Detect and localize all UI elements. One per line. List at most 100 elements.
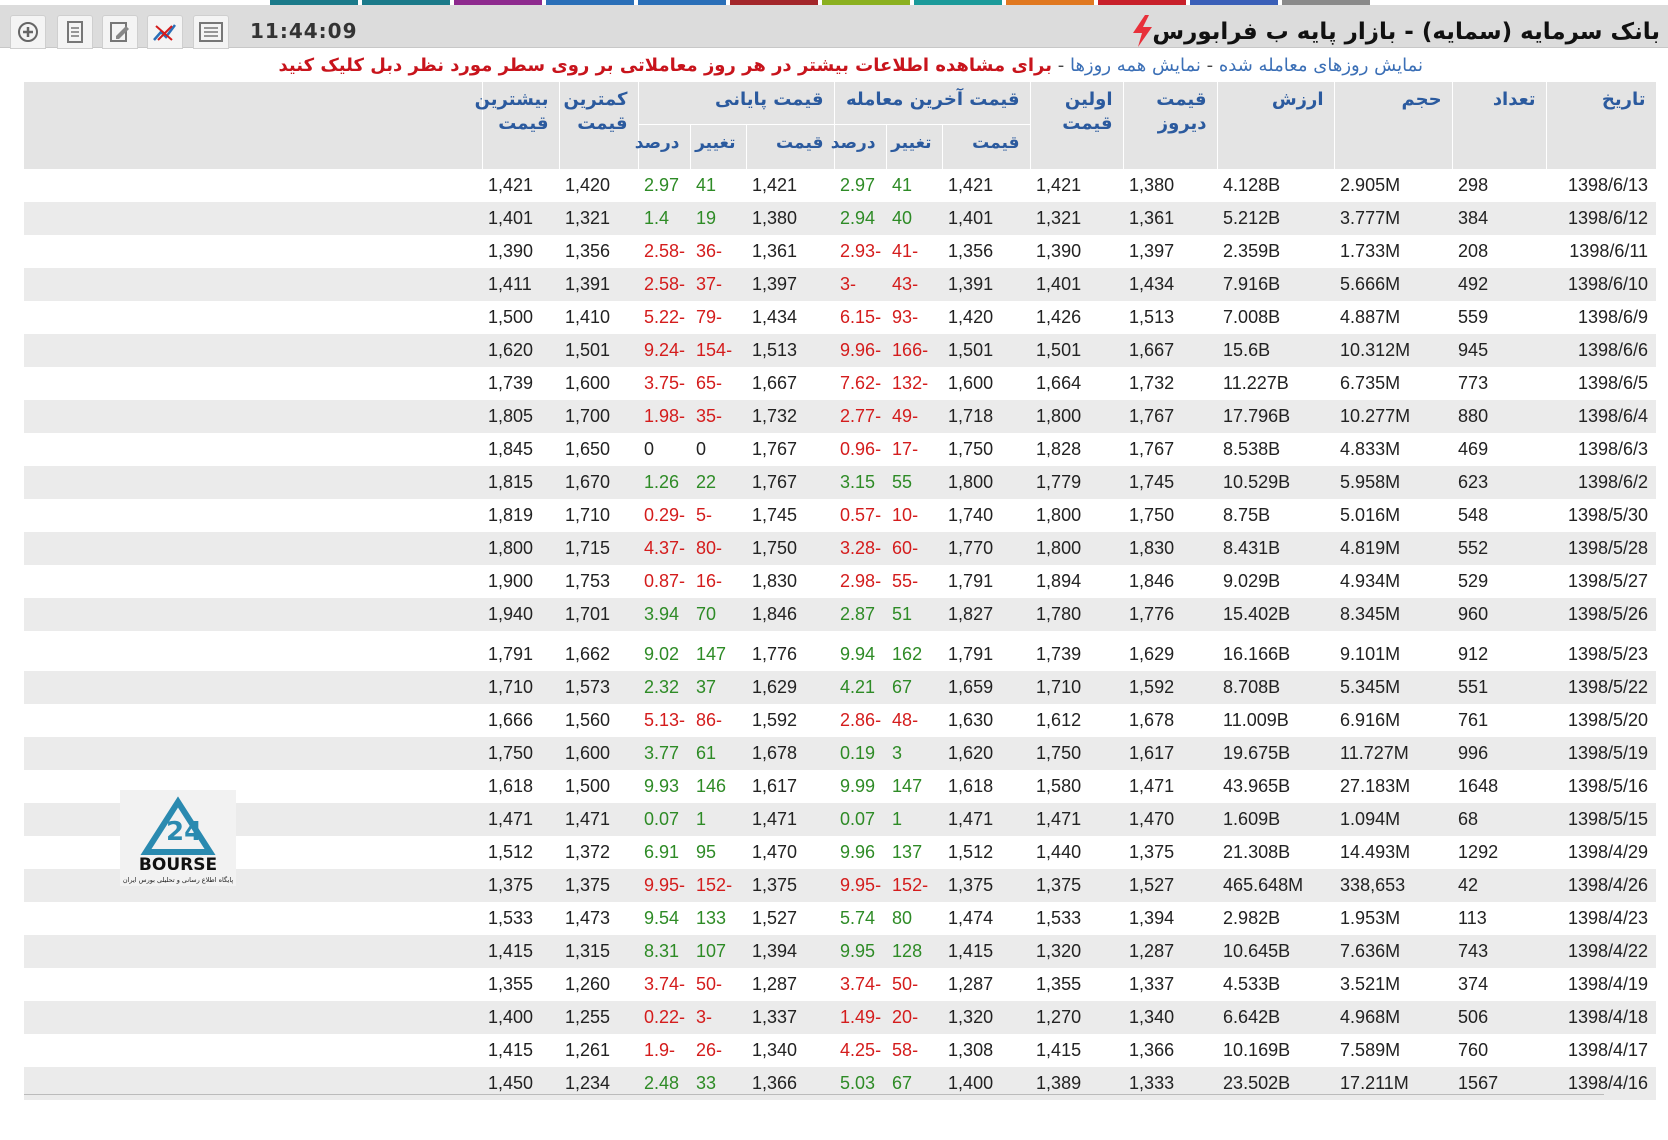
add-button[interactable] bbox=[10, 15, 46, 49]
row-filler bbox=[24, 770, 482, 803]
cell-last-price: 1,471 bbox=[942, 803, 1031, 836]
table-row[interactable]: 1398/6/4 880 10.277M 17.796B 1,767 1,800 1,718… bbox=[24, 400, 1657, 433]
cell-last-change: -58 bbox=[886, 1034, 943, 1067]
show-all-days-link[interactable]: نمایش همه روزها bbox=[1070, 55, 1201, 76]
cell-value: 6.642B bbox=[1217, 1001, 1335, 1034]
cell-last-price: 1,740 bbox=[942, 499, 1031, 532]
table-row[interactable]: 1398/4/23 113 1.953M 2.982B 1,394 1,533 1,474 8… bbox=[24, 902, 1657, 935]
cell-value: 465.648M bbox=[1217, 869, 1335, 902]
table-body: 1398/6/13 298 2.905M 4.128B 1,380 1,421 1,421 4… bbox=[24, 169, 1657, 1100]
cell-max-price: 1,415 bbox=[482, 935, 559, 968]
cell-close-change: -152 bbox=[690, 869, 747, 902]
cell-first-price: 1,780 bbox=[1030, 598, 1124, 631]
cell-max-price: 1,750 bbox=[482, 737, 559, 770]
cell-volume: 7.589M bbox=[1334, 1034, 1453, 1067]
cell-close-percent: -0.29 bbox=[638, 499, 691, 532]
cell-prev-price: 1,776 bbox=[1123, 598, 1218, 631]
cell-prev-price: 1,732 bbox=[1123, 367, 1218, 400]
calculator-button[interactable] bbox=[57, 15, 93, 49]
table-row[interactable]: 1398/4/18 506 4.968M 6.642B 1,340 1,270 1,320-… bbox=[24, 1001, 1657, 1034]
edit-button[interactable] bbox=[102, 15, 138, 49]
cell-date: 1398/6/2 bbox=[1546, 466, 1657, 499]
table-row[interactable]: 1398/5/26 960 8.345M 15.402B 1,776 1,780 1,827… bbox=[24, 598, 1657, 631]
cell-min-price: 1,234 bbox=[559, 1067, 638, 1100]
table-row[interactable]: 1398/4/29 1292 14.493M 21.308B 1,375 1,440 1,5… bbox=[24, 836, 1657, 869]
cell-last-price: 1,800 bbox=[942, 466, 1031, 499]
cell-close-price: 1,397 bbox=[746, 268, 835, 301]
table-row[interactable]: 1398/6/10 492 5.666M 7.916B 1,434 1,401 1,391-… bbox=[24, 268, 1657, 301]
cell-close-price: 1,527 bbox=[746, 902, 835, 935]
cell-min-price: 1,600 bbox=[559, 737, 638, 770]
table-row[interactable]: 1398/6/11 208 1.733M 2.359B 1,397 1,390 1,356-… bbox=[24, 235, 1657, 268]
cell-last-percent: -0.96 bbox=[834, 433, 887, 466]
table-row[interactable]: 1398/5/19 996 11.727M 19.675B 1,617 1,750 1,62… bbox=[24, 737, 1657, 770]
cell-count: 912 bbox=[1452, 638, 1547, 671]
table-row[interactable]: 1398/5/28 552 4.819M 8.431B 1,830 1,800 1,770-… bbox=[24, 532, 1657, 565]
table-row[interactable]: 1398/6/6 945 10.312M 15.6B 1,667 1,501 1,501 -1… bbox=[24, 334, 1657, 367]
table-row[interactable]: 1398/6/3 469 4.833M 8.538B 1,767 1,828 1,750 -1… bbox=[24, 433, 1657, 466]
cell-min-price: 1,650 bbox=[559, 433, 638, 466]
cell-value: 17.796B bbox=[1217, 400, 1335, 433]
row-filler bbox=[24, 169, 482, 202]
table-row[interactable]: 1398/4/17 760 7.589M 10.169B 1,366 1,415 1,308… bbox=[24, 1034, 1657, 1067]
table-row[interactable]: 1398/6/5 773 6.735M 11.227B 1,732 1,664 1,600-… bbox=[24, 367, 1657, 400]
cell-close-change: 95 bbox=[690, 836, 747, 869]
cell-close-percent: -0.87 bbox=[638, 565, 691, 598]
cell-volume: 4.887M bbox=[1334, 301, 1453, 334]
col-close-group: قیمت پایانی bbox=[637, 82, 835, 125]
cell-value: 15.402B bbox=[1217, 598, 1335, 631]
cell-min-price: 1,261 bbox=[559, 1034, 638, 1067]
cell-value: 21.308B bbox=[1217, 836, 1335, 869]
row-filler bbox=[24, 1034, 482, 1067]
table-row[interactable]: 1398/5/22 551 5.345M 8.708B 1,592 1,710 1,659 6… bbox=[24, 671, 1657, 704]
cell-close-percent: 9.02 bbox=[638, 638, 691, 671]
cell-last-price: 1,391 bbox=[942, 268, 1031, 301]
table-row[interactable]: 1398/6/13 298 2.905M 4.128B 1,380 1,421 1,421 4… bbox=[24, 169, 1657, 202]
cell-value: 7.008B bbox=[1217, 301, 1335, 334]
col-last-percent: درصد bbox=[831, 124, 887, 169]
table-row[interactable]: 1398/4/22 743 7.636M 10.645B 1,287 1,320 1,415… bbox=[24, 935, 1657, 968]
cell-count: 623 bbox=[1452, 466, 1547, 499]
cell-date: 1398/6/11 bbox=[1546, 235, 1657, 268]
table-row[interactable]: 1398/4/26 42 338,653 465.648M 1,527 1,375 1,37… bbox=[24, 869, 1657, 902]
show-traded-days-link[interactable]: نمایش روزهای معامله شده bbox=[1219, 55, 1423, 76]
list-button[interactable] bbox=[193, 15, 229, 49]
table-row[interactable]: 1398/4/19 374 3.521M 4.533B 1,337 1,355 1,287-… bbox=[24, 968, 1657, 1001]
table-row[interactable]: 1398/6/9 559 4.887M 7.008B 1,513 1,426 1,420 -9… bbox=[24, 301, 1657, 334]
cell-max-price: 1,805 bbox=[482, 400, 559, 433]
cell-min-price: 1,560 bbox=[559, 704, 638, 737]
chart-button[interactable] bbox=[147, 15, 183, 49]
page-title: بانک سرمایه (سمایه) - بازار پایه ب فرابو… bbox=[1152, 19, 1660, 45]
cell-prev-price: 1,513 bbox=[1123, 301, 1218, 334]
cell-last-price: 1,827 bbox=[942, 598, 1031, 631]
cell-close-price: 1,287 bbox=[746, 968, 835, 1001]
cell-prev-price: 1,767 bbox=[1123, 433, 1218, 466]
cell-date: 1398/4/22 bbox=[1546, 935, 1657, 968]
table-row[interactable]: 1398/5/27 529 4.934M 9.029B 1,846 1,894 1,791-… bbox=[24, 565, 1657, 598]
cell-first-price: 1,779 bbox=[1030, 466, 1124, 499]
table-row[interactable]: 1398/5/15 68 1.094M 1.609B 1,470 1,471 1,471 1 0… bbox=[24, 803, 1657, 836]
cell-first-price: 1,375 bbox=[1030, 869, 1124, 902]
cell-count: 773 bbox=[1452, 367, 1547, 400]
table-row[interactable]: 1398/6/12 384 3.777M 5.212B 1,361 1,321 1,401 4… bbox=[24, 202, 1657, 235]
cell-count: 1567 bbox=[1452, 1067, 1547, 1100]
cell-last-percent: 5.03 bbox=[834, 1067, 887, 1100]
table-row[interactable]: 1398/5/20 761 6.916M 11.009B 1,678 1,612 1,630… bbox=[24, 704, 1657, 737]
cell-max-price: 1,815 bbox=[482, 466, 559, 499]
cell-close-change: 147 bbox=[690, 638, 747, 671]
cell-count: 506 bbox=[1452, 1001, 1547, 1034]
cell-min-price: 1,375 bbox=[559, 869, 638, 902]
table-row[interactable]: 1398/6/2 623 5.958M 10.529B 1,745 1,779 1,800 5… bbox=[24, 466, 1657, 499]
cell-volume: 5.345M bbox=[1334, 671, 1453, 704]
table-row[interactable]: 1398/5/16 1648 27.183M 43.965B 1,471 1,580 1,6… bbox=[24, 770, 1657, 803]
cell-volume: 3.521M bbox=[1334, 968, 1453, 1001]
table-row[interactable]: 1398/4/16 1567 17.211M 23.502B 1,333 1,389 1,4… bbox=[24, 1067, 1657, 1100]
cell-first-price: 1,664 bbox=[1030, 367, 1124, 400]
table-row[interactable]: 1398/5/23 912 9.101M 16.166B 1,629 1,739 1,791… bbox=[24, 638, 1657, 671]
edit-doc-icon bbox=[110, 22, 129, 42]
row-filler bbox=[24, 737, 482, 770]
table-row[interactable]: 1398/5/30 548 5.016M 8.75B 1,750 1,800 1,740 -1… bbox=[24, 499, 1657, 532]
cell-last-change: -17 bbox=[886, 433, 943, 466]
cell-first-price: 1,894 bbox=[1030, 565, 1124, 598]
cell-close-change: 41 bbox=[690, 169, 747, 202]
